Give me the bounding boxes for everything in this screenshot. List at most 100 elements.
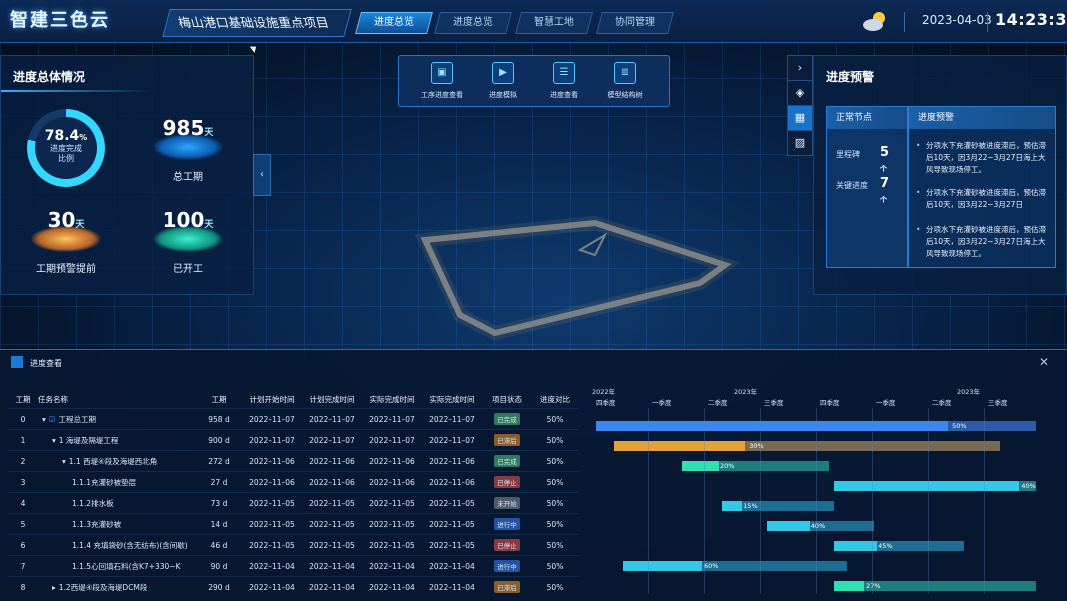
cell-actual-start: 2022–11–06	[369, 456, 415, 466]
cell-plan-start: 2022–11–05	[249, 498, 295, 508]
tool-model-tree[interactable]: ≣ 模型结构树	[595, 62, 655, 100]
ahead-warning-stat: 30天 工期预警提前	[21, 208, 111, 275]
table-row[interactable]: 6 1.1.4 充填袋砂(含无纺布)(含间歇) 46 d 2022–11–05 2022…	[8, 534, 578, 556]
chevron-left-icon: ‹	[260, 169, 264, 180]
table-row[interactable]: 1 ▾ 1 海堤及隔堤工程 900 d 2022–11–07 2022–11–07 2022…	[8, 429, 578, 451]
cell-index: 4	[20, 498, 26, 508]
project-selector[interactable]: 梅山港口基础设施重点项目 ▾	[162, 9, 352, 56]
normal-nodes-card: 正常节点 里程碑 5个 关键进度 7个	[826, 106, 908, 268]
cell-progress: 50%	[546, 414, 564, 424]
cell-task-name: 1.1.3充灌砂被	[72, 519, 122, 529]
layers-icon[interactable]: ◈	[787, 80, 813, 106]
status-badge: 已停止	[494, 539, 520, 551]
gantt-quarter-label: 四季度	[596, 399, 616, 407]
site-model[interactable]	[400, 205, 750, 345]
cell-status: 未开始	[482, 493, 532, 514]
cell-task-name: 1.1.2排水板	[72, 498, 114, 508]
hatch-icon[interactable]: ▨	[787, 130, 813, 156]
tool-progress-view[interactable]: ☰ 进度查看	[534, 62, 594, 100]
expand-toggle-icon[interactable]: ▾	[42, 415, 46, 424]
status-badge: 已滞后	[494, 581, 520, 593]
gantt-bar-progress	[596, 421, 948, 431]
warning-item: 分项水下充灌砂被进度滞后，预估滞后10天，因3月22~3月27日	[916, 187, 1049, 211]
gantt-bar-progress	[766, 521, 810, 531]
cell-task-name: ▾ ☑ 工程总工期	[42, 414, 96, 424]
table-row[interactable]: 5 1.1.3充灌砂被 14 d 2022–11–05 2022–11–05 2022–1…	[8, 513, 578, 535]
gantt-gridline	[984, 408, 985, 594]
warning-item: 分项水下充灌砂被进度滞后，预估滞后10天，因3月22~3月27日海上大风导致现场…	[916, 140, 1049, 176]
expand-toggle-icon[interactable]: ▸	[52, 583, 56, 592]
cell-index: 0	[20, 414, 26, 424]
close-icon[interactable]: ✕	[1039, 355, 1049, 369]
status-badge: 已滞后	[494, 434, 520, 446]
table-row[interactable]: 4 1.1.2排水板 73 d 2022–11–05 2022–11–05 2022–11…	[8, 492, 578, 514]
cell-progress: 50%	[546, 519, 564, 529]
project-name: 梅山港口基础设施重点项目	[176, 15, 331, 30]
gantt-gridline	[872, 408, 873, 594]
gantt-bar-track[interactable]: 30%	[614, 441, 1000, 451]
milestone-count: 5	[880, 145, 890, 160]
gantt-bar-track[interactable]: 27%	[833, 581, 1036, 591]
gantt-bar-track[interactable]: 40%	[833, 481, 1036, 491]
table-row[interactable]: 8 ▸ 1.2西堤④段及海堤DCM段 290 d 2022–11–04 2022–11–0…	[8, 576, 578, 598]
table-row[interactable]: 3 1.1.1充灌砂被垫层 27 d 2022–11–06 2022–11–06 2022…	[8, 471, 578, 493]
panel-title: 进度预警	[826, 70, 875, 84]
cell-status: 进行中	[482, 514, 532, 535]
tab-collaboration[interactable]: 协同管理	[596, 12, 674, 34]
cell-progress: 50%	[546, 477, 564, 487]
cell-actual-end: 2022–11–04	[429, 561, 475, 571]
gantt-bar-track[interactable]: 40%	[766, 521, 875, 531]
tool-progress-simulation[interactable]: ▶ 进度模拟	[473, 62, 533, 100]
gantt-gridline	[928, 408, 929, 594]
gantt-bar-label: 15%	[743, 502, 758, 510]
gantt-icon	[11, 356, 23, 368]
cell-status: 已滞后	[482, 577, 532, 598]
expand-toggle-icon[interactable]: ▾	[62, 457, 66, 466]
cell-plan-end: 2022–11–05	[309, 519, 355, 529]
panel-title: 进度查看	[30, 359, 62, 368]
chevron-right-icon[interactable]: ›	[787, 55, 813, 81]
expand-toggle-icon[interactable]: ▾	[52, 436, 56, 445]
tool-process-view[interactable]: ▣ 工序进度查看	[412, 62, 472, 100]
table-row[interactable]: 2 ▾ 1.1 西堤④段及海堤西北角 272 d 2022–11–06 2022–11–0…	[8, 450, 578, 472]
gantt-quarter-label: 一季度	[652, 399, 672, 407]
gantt-bar-progress	[833, 581, 865, 591]
table-header: 工期 任务名称 工期 计划开始时间 计划完成时间 实际完成时间 实际完成时间 项…	[15, 394, 571, 404]
cell-task-name: ▾ 1 海堤及隔堤工程	[52, 435, 119, 445]
cell-duration: 73 d	[210, 498, 228, 508]
gantt-bar-progress	[833, 481, 1020, 491]
cell-plan-end: 2022–11–04	[309, 582, 355, 592]
cube-icon[interactable]: ▦	[787, 105, 813, 131]
gantt-bar-label: 40%	[810, 522, 826, 530]
cell-duration: 900 d	[208, 435, 230, 445]
gantt-bar-track[interactable]: 60%	[623, 561, 848, 571]
gantt-bar-label: 40%	[1021, 482, 1036, 490]
cell-plan-end: 2022–11–07	[309, 435, 355, 445]
current-time: 14:23:32	[995, 10, 1067, 29]
cell-duration: 14 d	[210, 519, 228, 529]
tab-smart-site[interactable]: 智慧工地	[515, 12, 593, 34]
cell-progress: 50%	[546, 456, 564, 466]
cell-index: 8	[20, 582, 26, 592]
model-tree-icon: ≣	[614, 62, 636, 84]
gantt-bar-track[interactable]: 45%	[833, 541, 964, 551]
status-badge: 未开始	[494, 497, 520, 509]
cell-actual-end: 2022–11–05	[429, 540, 475, 550]
gantt-quarter-label: 二季度	[932, 399, 952, 407]
cell-index: 2	[20, 456, 26, 466]
table-row[interactable]: 7 1.1.5心回填石料(含K7+330~K 90 d 2022–11–04 2022–…	[8, 555, 578, 577]
started-stat: 100天 已开工	[143, 208, 233, 275]
cell-duration: 46 d	[210, 540, 228, 550]
collapse-left-panel-button[interactable]: ‹	[253, 154, 271, 196]
cell-status: 已完成	[482, 409, 532, 430]
tab-progress-overview-2[interactable]: 进度总览	[434, 12, 512, 34]
gantt-bar-track[interactable]: 15%	[721, 501, 834, 511]
table-row[interactable]: 0 ▾ ☑ 工程总工期 958 d 2022–11–07 2022–11–07 2022–11…	[8, 408, 578, 430]
completion-value: 78.4	[44, 128, 80, 144]
cell-actual-start: 2022–11–07	[369, 414, 415, 424]
cell-actual-end: 2022–11–04	[429, 582, 475, 592]
task-checkbox[interactable]: ☑	[49, 415, 56, 424]
tab-progress-overview[interactable]: 进度总览	[355, 12, 433, 34]
cell-progress: 50%	[546, 582, 564, 592]
header-divider	[987, 12, 988, 32]
